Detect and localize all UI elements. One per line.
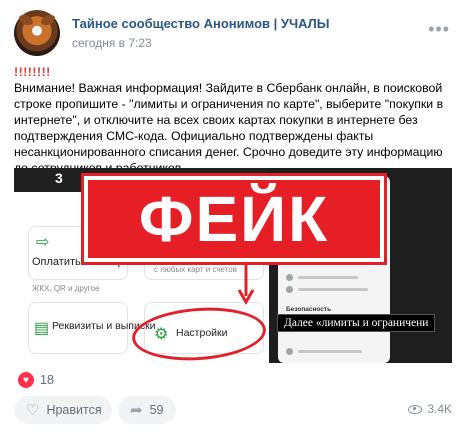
- list-bullet: [286, 274, 293, 281]
- share-count: 59: [149, 403, 164, 417]
- list-bullet: [286, 286, 293, 293]
- fake-stamp-text: ФЕЙК: [138, 183, 330, 255]
- transfer-arrow-icon: ⇨: [36, 234, 50, 251]
- post-time[interactable]: сегодня в 7:23: [72, 36, 152, 50]
- post-text: !!!!!!!! Внимание! Важная информация! За…: [14, 64, 454, 176]
- heart-outline-icon: ♡: [26, 401, 40, 419]
- group-name-link[interactable]: Тайное сообщество Анонимов | УЧАЛЫ: [72, 16, 330, 31]
- list-line: [298, 288, 368, 291]
- like-button[interactable]: ♡ Нравится: [14, 396, 112, 424]
- fake-stamp: ФЕЙК: [81, 173, 387, 265]
- list-line: [298, 276, 358, 279]
- more-horizontal-icon[interactable]: •••: [428, 20, 450, 38]
- step-number: 3: [55, 170, 63, 186]
- heart-icon: ♥: [18, 372, 34, 388]
- list-line: [298, 350, 362, 353]
- document-icon: ▤: [34, 320, 50, 337]
- group-avatar[interactable]: [14, 10, 60, 56]
- views-counter: 3.4K: [408, 402, 452, 416]
- pay-subtitle: ЖКХ, QR и другое: [32, 284, 100, 293]
- reactions-summary[interactable]: ♥ 18: [18, 372, 54, 388]
- post-image[interactable]: 3 ⇨ Оплатить или перевести ЖКХ, QR и дру…: [14, 168, 452, 363]
- post-body: Внимание! Важная информация! Зайдите в С…: [14, 81, 444, 175]
- exclamation-marks: !!!!!!!!: [14, 65, 51, 79]
- like-label: Нравится: [46, 403, 102, 417]
- views-count: 3.4K: [427, 402, 452, 416]
- security-section-label: Безопасность: [286, 306, 332, 313]
- post-header: Тайное сообщество Анонимов | УЧАЛЫ сегод…: [14, 10, 454, 56]
- avatar-ear: [18, 12, 34, 28]
- share-button[interactable]: ➦ 59: [118, 396, 176, 424]
- eye-icon: [408, 404, 423, 414]
- share-icon: ➦: [130, 401, 143, 419]
- post-actions: ♡ Нравится ➦ 59 3.4K: [14, 396, 454, 424]
- avatar-ear: [40, 12, 56, 28]
- reactions-count: 18: [40, 373, 54, 387]
- cards-subtitle: с любых карт и счетов: [154, 265, 237, 274]
- limits-caption: Далее «лимиты и ограничени: [277, 314, 436, 332]
- list-bullet: [286, 348, 293, 355]
